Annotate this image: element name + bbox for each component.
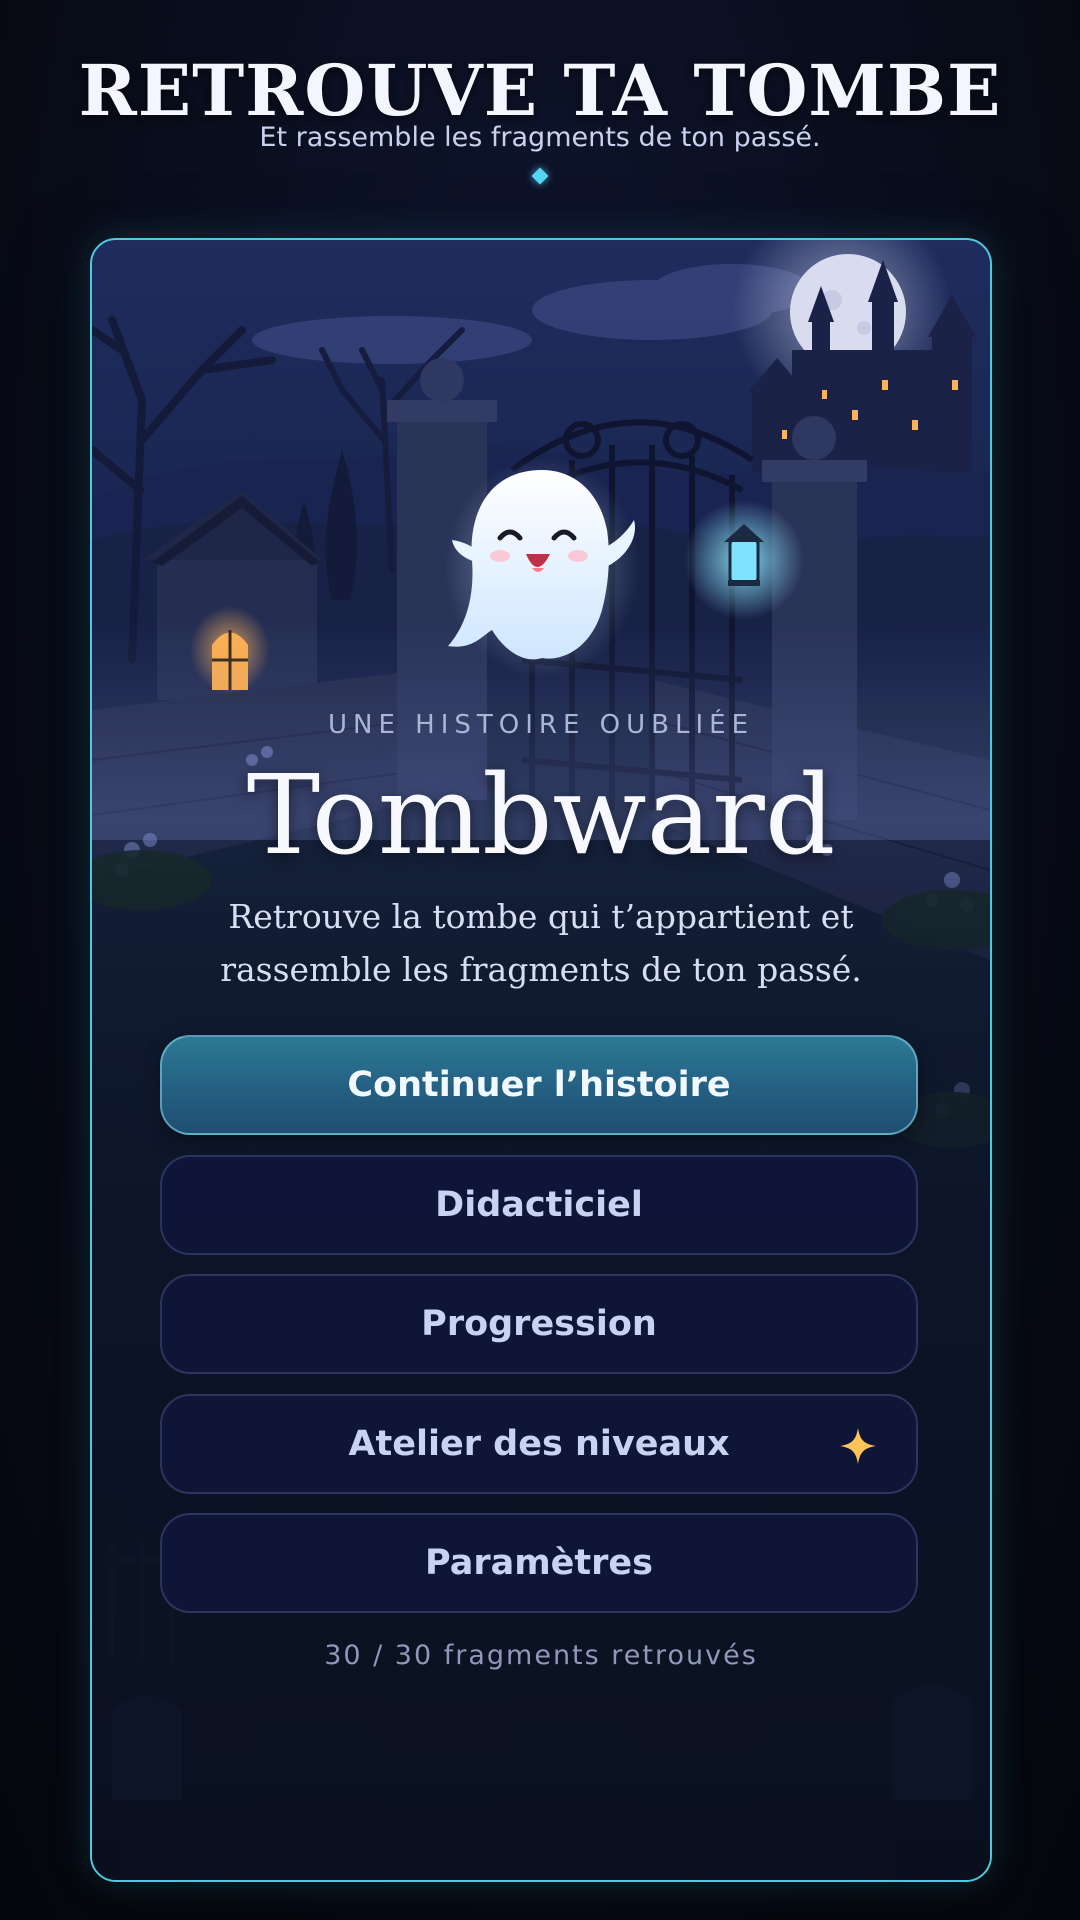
progression-label: Progression bbox=[421, 1304, 657, 1344]
title-screen-card: UNE HISTOIRE OUBLIÉE Tombward Retrouve l… bbox=[90, 238, 992, 1882]
game-kicker: UNE HISTOIRE OUBLIÉE bbox=[327, 710, 754, 740]
fragments-progress: 30 / 30 fragments retrouvés bbox=[324, 1640, 758, 1671]
page-subtitle: Et rassemble les fragments de ton passé. bbox=[259, 122, 821, 153]
page-header: RETROUVE TA TOMBE Et rassemble les fragm… bbox=[0, 0, 1080, 200]
diamond-divider-icon bbox=[531, 167, 549, 185]
ghost-mascot-icon bbox=[444, 458, 640, 678]
game-tagline: Retrouve la tombe qui t’appartient et ra… bbox=[220, 897, 862, 989]
settings-button[interactable]: Paramètres bbox=[160, 1513, 918, 1613]
tutorial-button[interactable]: Didacticiel bbox=[160, 1155, 918, 1255]
level-workshop-label: Atelier des niveaux bbox=[348, 1424, 730, 1464]
continue-story-button[interactable]: Continuer l’histoire bbox=[160, 1035, 918, 1135]
continue-story-label: Continuer l’histoire bbox=[347, 1065, 731, 1105]
settings-label: Paramètres bbox=[425, 1543, 653, 1583]
sparkle-icon bbox=[840, 1428, 876, 1464]
tutorial-label: Didacticiel bbox=[435, 1185, 643, 1225]
level-workshop-button[interactable]: Atelier des niveaux bbox=[160, 1394, 918, 1494]
progression-button[interactable]: Progression bbox=[160, 1274, 918, 1374]
game-title: Tombward bbox=[246, 751, 836, 879]
